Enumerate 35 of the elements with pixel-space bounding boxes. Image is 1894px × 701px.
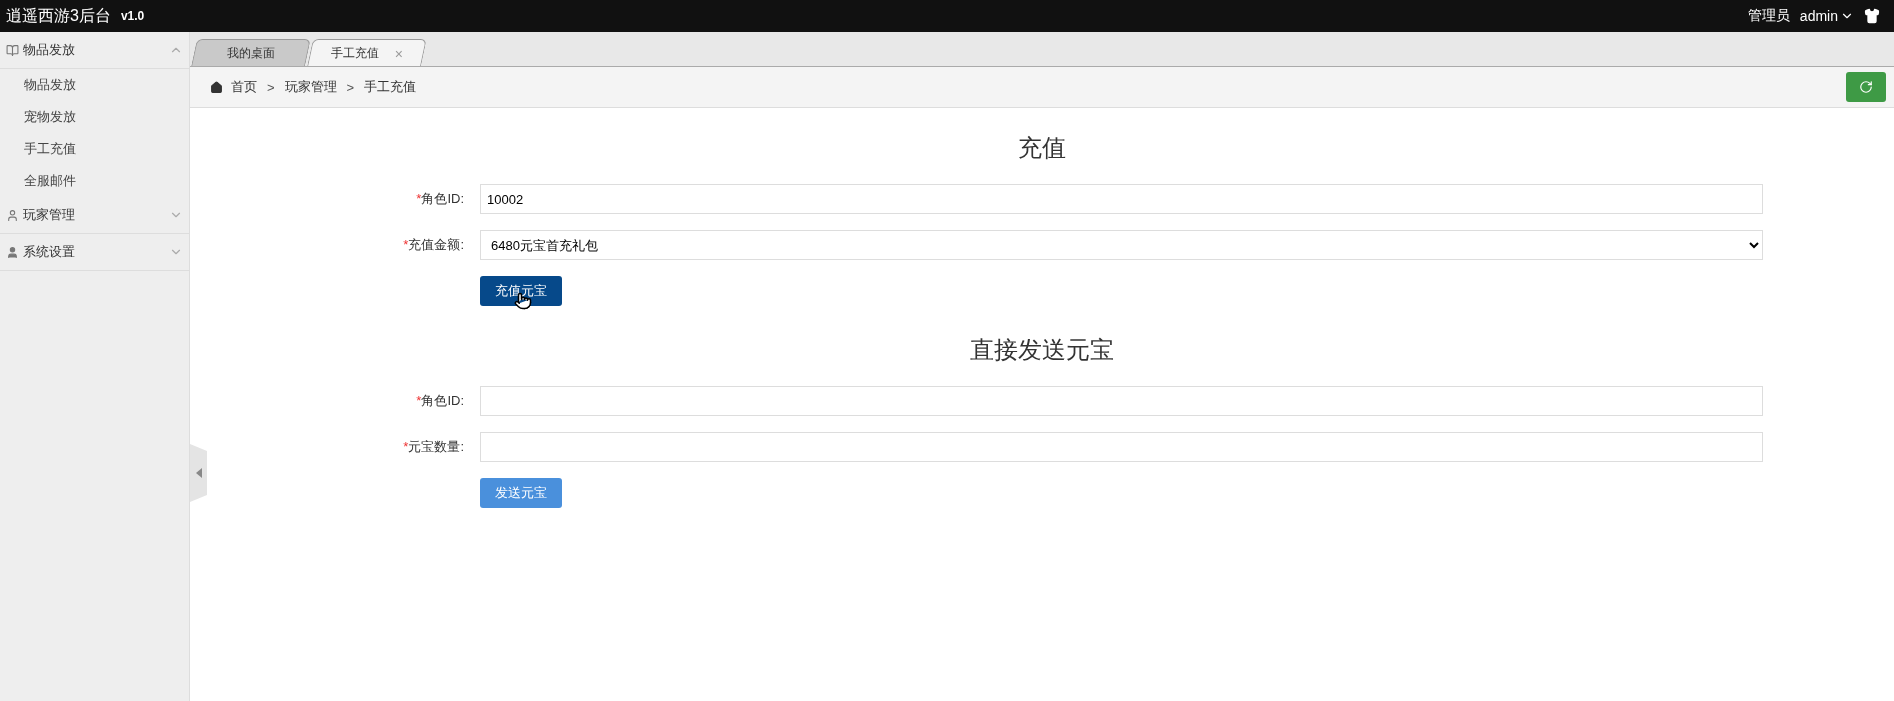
breadcrumb-separator: > (346, 79, 355, 95)
user-icon (6, 208, 19, 222)
input-field[interactable] (480, 386, 1763, 416)
sidebar-item[interactable]: 全服邮件 (0, 165, 189, 197)
book-icon (6, 43, 19, 57)
app-title: 逍遥西游3后台 (6, 5, 111, 26)
field-label: *角色ID: (415, 190, 464, 208)
amount-select[interactable]: 6480元宝首充礼包 (480, 230, 1763, 260)
field-label: *角色ID: (415, 392, 464, 410)
refresh-button[interactable] (1846, 72, 1886, 102)
breadcrumb-separator: > (267, 79, 275, 95)
breadcrumb-link[interactable]: 首页 (231, 78, 257, 96)
refresh-icon (1859, 80, 1873, 94)
section-title: 充值 (1017, 133, 1067, 163)
input-field[interactable]: 10002 (480, 184, 1763, 214)
sidebar-group[interactable]: 玩家管理 (0, 197, 189, 234)
sidebar-group[interactable]: 物品发放 (0, 32, 189, 69)
sidebar-group[interactable]: 系统设置 (0, 234, 189, 271)
role-label: 管理员 (1747, 7, 1790, 25)
sidebar-item[interactable]: 手工充值 (0, 133, 189, 165)
shirt-icon[interactable] (1864, 8, 1880, 24)
breadcrumb-link[interactable]: 手工充值 (364, 78, 417, 96)
field-label: *充值金额: (402, 236, 464, 254)
tab[interactable]: 手工充值 × (307, 39, 427, 66)
version-label: v1.0 (120, 9, 145, 23)
sidebar-item[interactable]: 物品发放 (0, 69, 189, 101)
section-title: 直接发送元宝 (969, 335, 1115, 365)
sidebar-item[interactable]: 宠物发放 (0, 101, 189, 133)
home-icon (210, 80, 223, 94)
user-menu[interactable]: admin (1799, 8, 1854, 24)
breadcrumb-link[interactable]: 玩家管理 (284, 78, 337, 96)
input-field[interactable] (480, 432, 1763, 462)
user-icon (6, 245, 19, 259)
field-label: *元宝数量: (402, 438, 464, 456)
tab[interactable]: 我的桌面 (191, 39, 311, 66)
